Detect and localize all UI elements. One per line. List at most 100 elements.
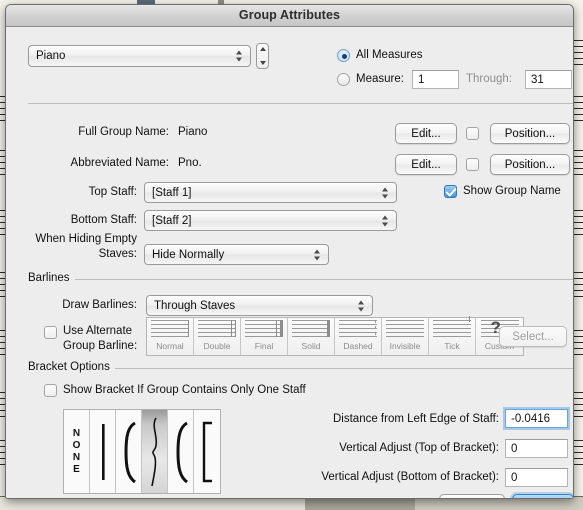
- vertical-adjust-top-label: Vertical Adjust (Top of Bracket):: [339, 442, 499, 454]
- chevron-updown-icon: [358, 299, 365, 312]
- barline-style-tick[interactable]: Tick: [429, 316, 476, 355]
- all-measures-label: All Measures: [356, 49, 423, 61]
- use-alternate-barline-label-line1: Use Alternate: [63, 325, 133, 337]
- bracket-options-section-label: Bracket Options: [28, 361, 115, 373]
- barline-tick-icon: [433, 316, 471, 340]
- radio-measure-range[interactable]: [337, 73, 350, 86]
- section-divider-top: [28, 103, 573, 104]
- through-label: Through:: [466, 73, 513, 85]
- hiding-empty-staves-select[interactable]: Hide Normally: [144, 244, 329, 265]
- use-alternate-barline-checkbox[interactable]: [44, 326, 57, 339]
- barline-style-double[interactable]: Double: [194, 318, 241, 355]
- barlines-section-rule: [71, 279, 573, 280]
- barline-invisible-icon: [386, 320, 424, 340]
- stepper-down-icon[interactable]: [257, 56, 268, 68]
- bracket-option-straight-line[interactable]: [90, 410, 116, 493]
- bracket-option-brace[interactable]: [142, 410, 168, 493]
- chevron-updown-icon: [314, 248, 321, 261]
- bottom-staff-label: Bottom Staff:: [70, 214, 137, 226]
- bracket-option-square-bracket[interactable]: [194, 410, 220, 493]
- square-bracket-icon: [202, 421, 212, 482]
- chevron-updown-icon: [236, 50, 243, 63]
- barline-dashed-label: Dashed: [343, 341, 373, 351]
- chevron-updown-icon: [382, 214, 389, 227]
- barline-style-invisible[interactable]: Invisible: [382, 318, 429, 355]
- barlines-section-label: Barlines: [28, 272, 75, 284]
- full-name-edit-label: Edit...: [411, 127, 441, 140]
- vertical-adjust-bottom-value: 0: [511, 471, 518, 484]
- measure-label: Measure:: [356, 73, 404, 85]
- barline-solid-icon: [292, 320, 330, 340]
- distance-from-left-edge-value: -0.0416: [511, 412, 551, 425]
- full-name-checkbox[interactable]: [466, 127, 479, 140]
- hiding-empty-staves-label-line2: Staves:: [98, 248, 137, 260]
- dialog-title-bar[interactable]: Group Attributes: [6, 5, 573, 27]
- dialog-content: Piano All Measures Measure: 1 Through: 3…: [6, 27, 573, 498]
- barline-normal-icon: [151, 320, 189, 340]
- hiding-empty-staves-label-line1: When Hiding Empty: [35, 233, 137, 245]
- barline-invisible-label: Invisible: [389, 341, 421, 351]
- draw-barlines-select[interactable]: Through Staves: [146, 295, 373, 316]
- page-title: Group Attributes: [238, 8, 341, 22]
- full-name-position-button[interactable]: Position...: [490, 123, 570, 144]
- barline-solid-label: Solid: [301, 341, 321, 351]
- top-staff-label: Top Staff:: [88, 186, 137, 198]
- measure-start-input[interactable]: 1: [412, 70, 459, 89]
- bracket-style-picker[interactable]: NONE: [63, 409, 221, 494]
- radio-all-measures[interactable]: [337, 49, 350, 62]
- full-name-edit-button[interactable]: Edit...: [395, 123, 457, 144]
- barline-style-final[interactable]: Final: [241, 318, 288, 355]
- bottom-staff-value: [Staff 2]: [152, 214, 192, 227]
- use-alternate-barline-label-line2: Group Barline:: [63, 340, 138, 352]
- abbreviated-name-label: Abbreviated Name:: [70, 157, 169, 169]
- measure-start-value: 1: [418, 73, 425, 86]
- abbrev-name-edit-label: Edit...: [411, 158, 441, 171]
- barline-style-normal[interactable]: Normal: [147, 318, 194, 355]
- bracket-option-curved-bracket[interactable]: [168, 410, 194, 493]
- cancel-button[interactable]: Cancel: [439, 494, 505, 498]
- bottom-staff-select[interactable]: [Staff 2]: [144, 210, 397, 231]
- barline-dashed-icon: [339, 320, 377, 340]
- show-group-name-label: Show Group Name: [463, 185, 561, 197]
- top-staff-select[interactable]: [Staff 1]: [144, 182, 397, 203]
- full-group-name-value: Piano: [178, 126, 208, 138]
- group-select[interactable]: Piano: [28, 45, 251, 67]
- barline-final-icon: [245, 320, 283, 340]
- barline-normal-label: Normal: [156, 341, 184, 351]
- vertical-adjust-top-value: 0: [511, 442, 518, 455]
- top-staff-value: [Staff 1]: [152, 186, 192, 199]
- abbrev-name-position-button[interactable]: Position...: [490, 154, 570, 175]
- measure-end-value: 31: [531, 73, 544, 86]
- vertical-adjust-top-input[interactable]: 0: [505, 439, 568, 458]
- group-stepper[interactable]: [256, 43, 269, 69]
- full-name-position-label: Position...: [504, 127, 556, 140]
- abbrev-name-checkbox[interactable]: [466, 158, 479, 171]
- group-attributes-dialog: Group Attributes Piano All Measures Meas…: [5, 4, 574, 499]
- barline-tick-label: Tick: [444, 341, 460, 351]
- ok-button[interactable]: OK: [512, 494, 573, 498]
- group-select-value: Piano: [36, 50, 66, 62]
- show-group-name-checkbox[interactable]: [444, 185, 457, 198]
- bracket-option-none[interactable]: NONE: [64, 410, 90, 493]
- draw-barlines-value: Through Staves: [154, 299, 236, 312]
- show-bracket-one-staff-checkbox[interactable]: [44, 384, 57, 397]
- bracket-option-bracket[interactable]: [116, 410, 142, 493]
- barline-style-dashed[interactable]: Dashed: [335, 318, 382, 355]
- vertical-adjust-bottom-input[interactable]: 0: [505, 468, 568, 487]
- barline-style-picker[interactable]: Normal Double Final Solid Dashed Invisib…: [146, 316, 524, 356]
- brace-icon: [150, 417, 157, 486]
- full-group-name-label: Full Group Name:: [78, 126, 169, 138]
- bracket-section-rule: [111, 368, 573, 369]
- distance-from-left-edge-input[interactable]: -0.0416: [505, 409, 568, 428]
- draw-barlines-label: Draw Barlines:: [62, 299, 137, 311]
- chevron-updown-icon: [382, 186, 389, 199]
- barline-final-label: Final: [254, 341, 274, 351]
- barline-style-solid[interactable]: Solid: [288, 318, 335, 355]
- stepper-up-icon[interactable]: [257, 44, 268, 56]
- abbreviated-name-value: Pno.: [178, 157, 202, 169]
- abbrev-name-edit-button[interactable]: Edit...: [395, 154, 457, 175]
- hiding-empty-staves-value: Hide Normally: [152, 248, 225, 261]
- measure-end-input[interactable]: 31: [525, 70, 572, 89]
- distance-from-left-edge-label: Distance from Left Edge of Staff:: [333, 413, 499, 425]
- barline-select-button[interactable]: Select...: [499, 326, 567, 347]
